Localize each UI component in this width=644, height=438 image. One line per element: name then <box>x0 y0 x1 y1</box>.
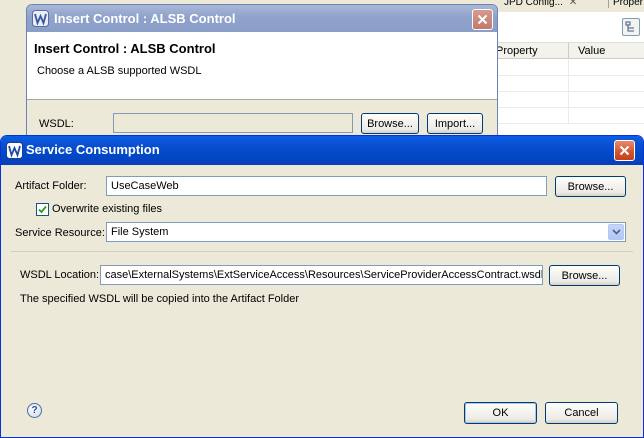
service-resource-select[interactable]: File System <box>106 222 626 242</box>
insert-control-dialog: Insert Control : ALSB Control Insert Con… <box>26 4 498 154</box>
artifact-folder-browse-button[interactable]: Browse... <box>555 176 626 197</box>
close-icon[interactable] <box>614 140 635 161</box>
ide-view-tabs: JPD Config... ✕ Proper <box>496 0 644 12</box>
insert-control-titlebar[interactable]: Insert Control : ALSB Control <box>27 5 497 32</box>
artifact-folder-label: Artifact Folder: <box>15 180 87 192</box>
service-resource-label: Service Resource: <box>15 227 105 239</box>
service-resource-value: File System <box>111 226 169 238</box>
wsdl-location-note: The specified WSDL will be copied into t… <box>20 293 300 305</box>
value-column-header[interactable]: Value <box>578 45 605 57</box>
overwrite-label[interactable]: Overwrite existing files <box>52 203 162 215</box>
tab-close-icon[interactable]: ✕ <box>569 0 577 8</box>
wsdl-location-browse-button[interactable]: Browse... <box>549 265 620 286</box>
tab-jpd-config-label: JPD Config... <box>504 0 563 8</box>
properties-table-header: Property Value <box>496 42 644 59</box>
wsdl-location-label: WSDL Location: <box>20 269 100 281</box>
ok-button[interactable]: OK <box>464 402 537 424</box>
tab-jpd-config[interactable]: JPD Config... ✕ <box>504 0 577 8</box>
wsdl-location-field[interactable]: case\ExternalSystems\ExtServiceAccess\Re… <box>100 265 543 285</box>
close-icon[interactable] <box>472 9 493 30</box>
wsdl-group-separator <box>11 251 633 252</box>
wsdl-label: WSDL: <box>39 118 74 130</box>
properties-row <box>496 60 644 76</box>
insert-control-banner: Insert Control : ALSB Control Choose a A… <box>27 32 497 100</box>
properties-row <box>496 92 644 108</box>
artifact-folder-field[interactable]: UseCaseWeb <box>106 176 547 196</box>
weblogic-logo-icon <box>6 142 23 159</box>
service-consumption-titlebar[interactable]: Service Consumption <box>1 136 643 165</box>
service-consumption-body: Artifact Folder: UseCaseWeb Browse... Ov… <box>4 165 640 435</box>
overwrite-checkbox[interactable] <box>36 203 49 216</box>
wsdl-browse-button[interactable]: Browse... <box>361 113 419 134</box>
tab-properties[interactable]: Proper <box>608 0 643 8</box>
property-column-header[interactable]: Property <box>496 45 538 57</box>
insert-control-heading: Insert Control : ALSB Control <box>34 41 216 56</box>
properties-row <box>496 108 644 124</box>
view-toolbar-icon[interactable] <box>622 18 640 36</box>
wsdl-import-button[interactable]: Import... <box>427 113 483 134</box>
insert-control-subtitle: Choose a ALSB supported WSDL <box>37 65 202 77</box>
chevron-down-icon[interactable] <box>608 224 624 240</box>
weblogic-logo-icon <box>32 10 49 27</box>
wsdl-input[interactable] <box>113 113 353 133</box>
help-icon[interactable]: ? <box>27 403 42 418</box>
insert-control-title: Insert Control : ALSB Control <box>54 11 236 26</box>
properties-row <box>496 76 644 92</box>
service-consumption-title: Service Consumption <box>26 142 160 157</box>
checkmark-icon <box>38 205 47 214</box>
cancel-button[interactable]: Cancel <box>545 402 618 424</box>
service-consumption-dialog: Service Consumption Artifact Folder: Use… <box>0 135 644 438</box>
